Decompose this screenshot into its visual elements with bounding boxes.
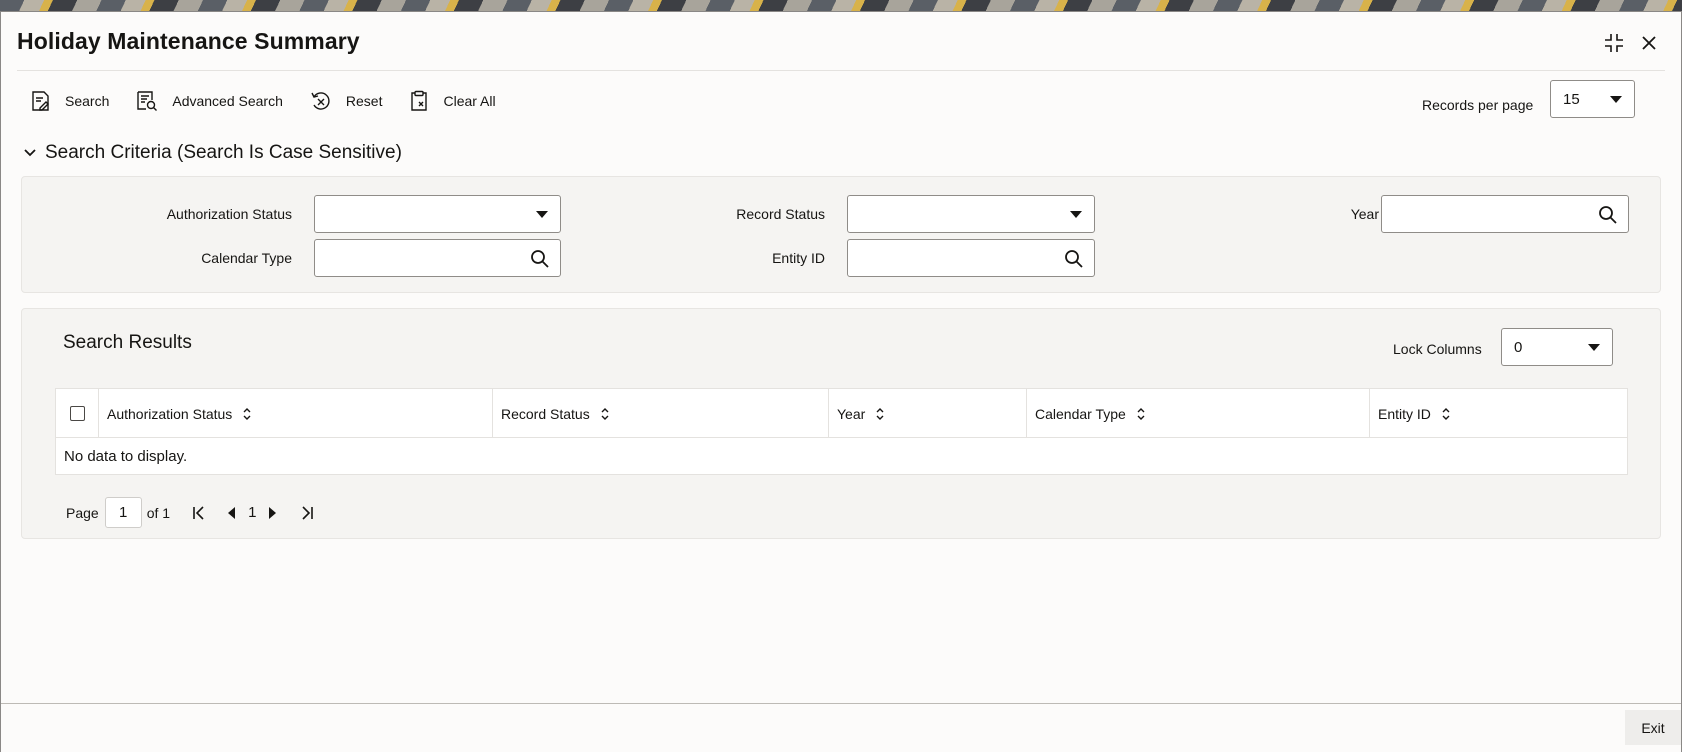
entity-id-field[interactable] [847, 239, 1095, 277]
previous-page-icon[interactable] [228, 506, 236, 519]
page-count-label: of 1 [146, 504, 171, 521]
sort-icon [1137, 407, 1145, 420]
chevron-down-icon [1610, 96, 1622, 103]
year-label: Year [1350, 206, 1379, 222]
column-header-calendar-type[interactable]: Calendar Type [1026, 389, 1369, 438]
records-per-page-value: 15 [1563, 90, 1580, 108]
title-divider [17, 70, 1665, 71]
next-page-icon[interactable] [268, 506, 277, 519]
first-page-icon[interactable] [192, 505, 206, 520]
search-icon[interactable] [530, 249, 550, 269]
column-header-label: Record Status [501, 405, 590, 422]
authorization-status-select[interactable] [314, 195, 561, 233]
entity-id-input[interactable] [848, 240, 1094, 276]
maximize-icon[interactable] [1601, 30, 1627, 56]
calendar-type-field[interactable] [314, 239, 561, 277]
chevron-down-icon [1588, 344, 1600, 351]
records-per-page-label: Records per page [1422, 97, 1534, 113]
search-icon[interactable] [1598, 205, 1618, 225]
column-header-label: Entity ID [1378, 405, 1431, 422]
clear-all-button-label: Clear All [443, 93, 496, 109]
sort-icon [243, 407, 251, 420]
table-header: Authorization Status Record Status Year … [56, 389, 1627, 438]
pagination: Page 1 of 1 1 [66, 497, 314, 528]
year-field[interactable] [1381, 195, 1629, 233]
chevron-down-icon [536, 211, 548, 218]
lock-columns-label: Lock Columns [1393, 341, 1482, 357]
last-page-icon[interactable] [300, 505, 314, 520]
sort-icon [601, 407, 609, 420]
page-number-input[interactable]: 1 [104, 497, 142, 528]
select-all-checkbox[interactable] [70, 406, 85, 421]
empty-table-message: No data to display. [64, 448, 188, 465]
page-label: Page [66, 504, 99, 521]
reset-button[interactable]: Reset [310, 84, 383, 118]
search-icon[interactable] [1064, 249, 1084, 269]
column-header-label: Calendar Type [1035, 405, 1126, 422]
page-number-value: 1 [119, 504, 128, 521]
current-page-number: 1 [248, 504, 257, 521]
sort-icon [1442, 407, 1450, 420]
advanced-search-button-label: Advanced Search [172, 93, 283, 109]
advanced-search-icon [137, 91, 158, 111]
record-status-select[interactable] [847, 195, 1095, 233]
search-doc-icon [32, 91, 49, 111]
header-banner [0, 0, 1682, 11]
authorization-status-label: Authorization Status [166, 206, 292, 222]
page-title: Holiday Maintenance Summary [17, 28, 360, 54]
search-criteria-panel: Authorization Status Record Status Year … [21, 176, 1661, 293]
lock-columns-select[interactable]: 0 [1501, 328, 1613, 366]
clipboard-icon [411, 90, 428, 111]
search-button-label: Search [65, 93, 110, 109]
toolbar: Search Advanced Search Reset Clear All [31, 84, 523, 118]
chevron-down-icon [24, 149, 36, 157]
clear-all-button[interactable]: Clear All [409, 84, 496, 118]
column-header-year[interactable]: Year [828, 389, 1026, 438]
calendar-type-label: Calendar Type [201, 250, 292, 266]
footer: Exit [1, 704, 1681, 752]
column-header-authorization-status[interactable]: Authorization Status [98, 389, 492, 438]
calendar-type-input[interactable] [315, 240, 560, 276]
holiday-maintenance-window: Holiday Maintenance Summary Search Advan… [0, 11, 1682, 752]
column-header-record-status[interactable]: Record Status [492, 389, 828, 438]
advanced-search-button[interactable]: Advanced Search [136, 84, 283, 118]
close-icon[interactable] [1636, 30, 1662, 56]
results-table: Authorization Status Record Status Year … [55, 388, 1628, 475]
search-criteria-header: Search Criteria (Search Is Case Sensitiv… [45, 142, 402, 163]
column-header-label: Authorization Status [107, 405, 233, 422]
search-criteria-toggle[interactable]: Search Criteria (Search Is Case Sensitiv… [23, 142, 402, 164]
search-results-panel: Search Results Lock Columns 0 Authorizat… [21, 308, 1661, 539]
chevron-down-icon [1070, 211, 1082, 218]
entity-id-label: Entity ID [772, 250, 825, 266]
reset-button-label: Reset [345, 93, 383, 109]
search-results-title: Search Results [63, 332, 192, 353]
sort-icon [876, 407, 884, 420]
lock-columns-value: 0 [1514, 338, 1523, 356]
record-status-label: Record Status [736, 206, 825, 222]
search-button[interactable]: Search [31, 84, 109, 118]
records-per-page-select[interactable]: 15 [1550, 80, 1635, 118]
year-input[interactable] [1382, 196, 1628, 232]
column-header-entity-id[interactable]: Entity ID [1369, 389, 1627, 438]
reset-icon [311, 92, 330, 110]
exit-button[interactable]: Exit [1625, 710, 1681, 745]
column-header-label: Year [837, 405, 866, 422]
